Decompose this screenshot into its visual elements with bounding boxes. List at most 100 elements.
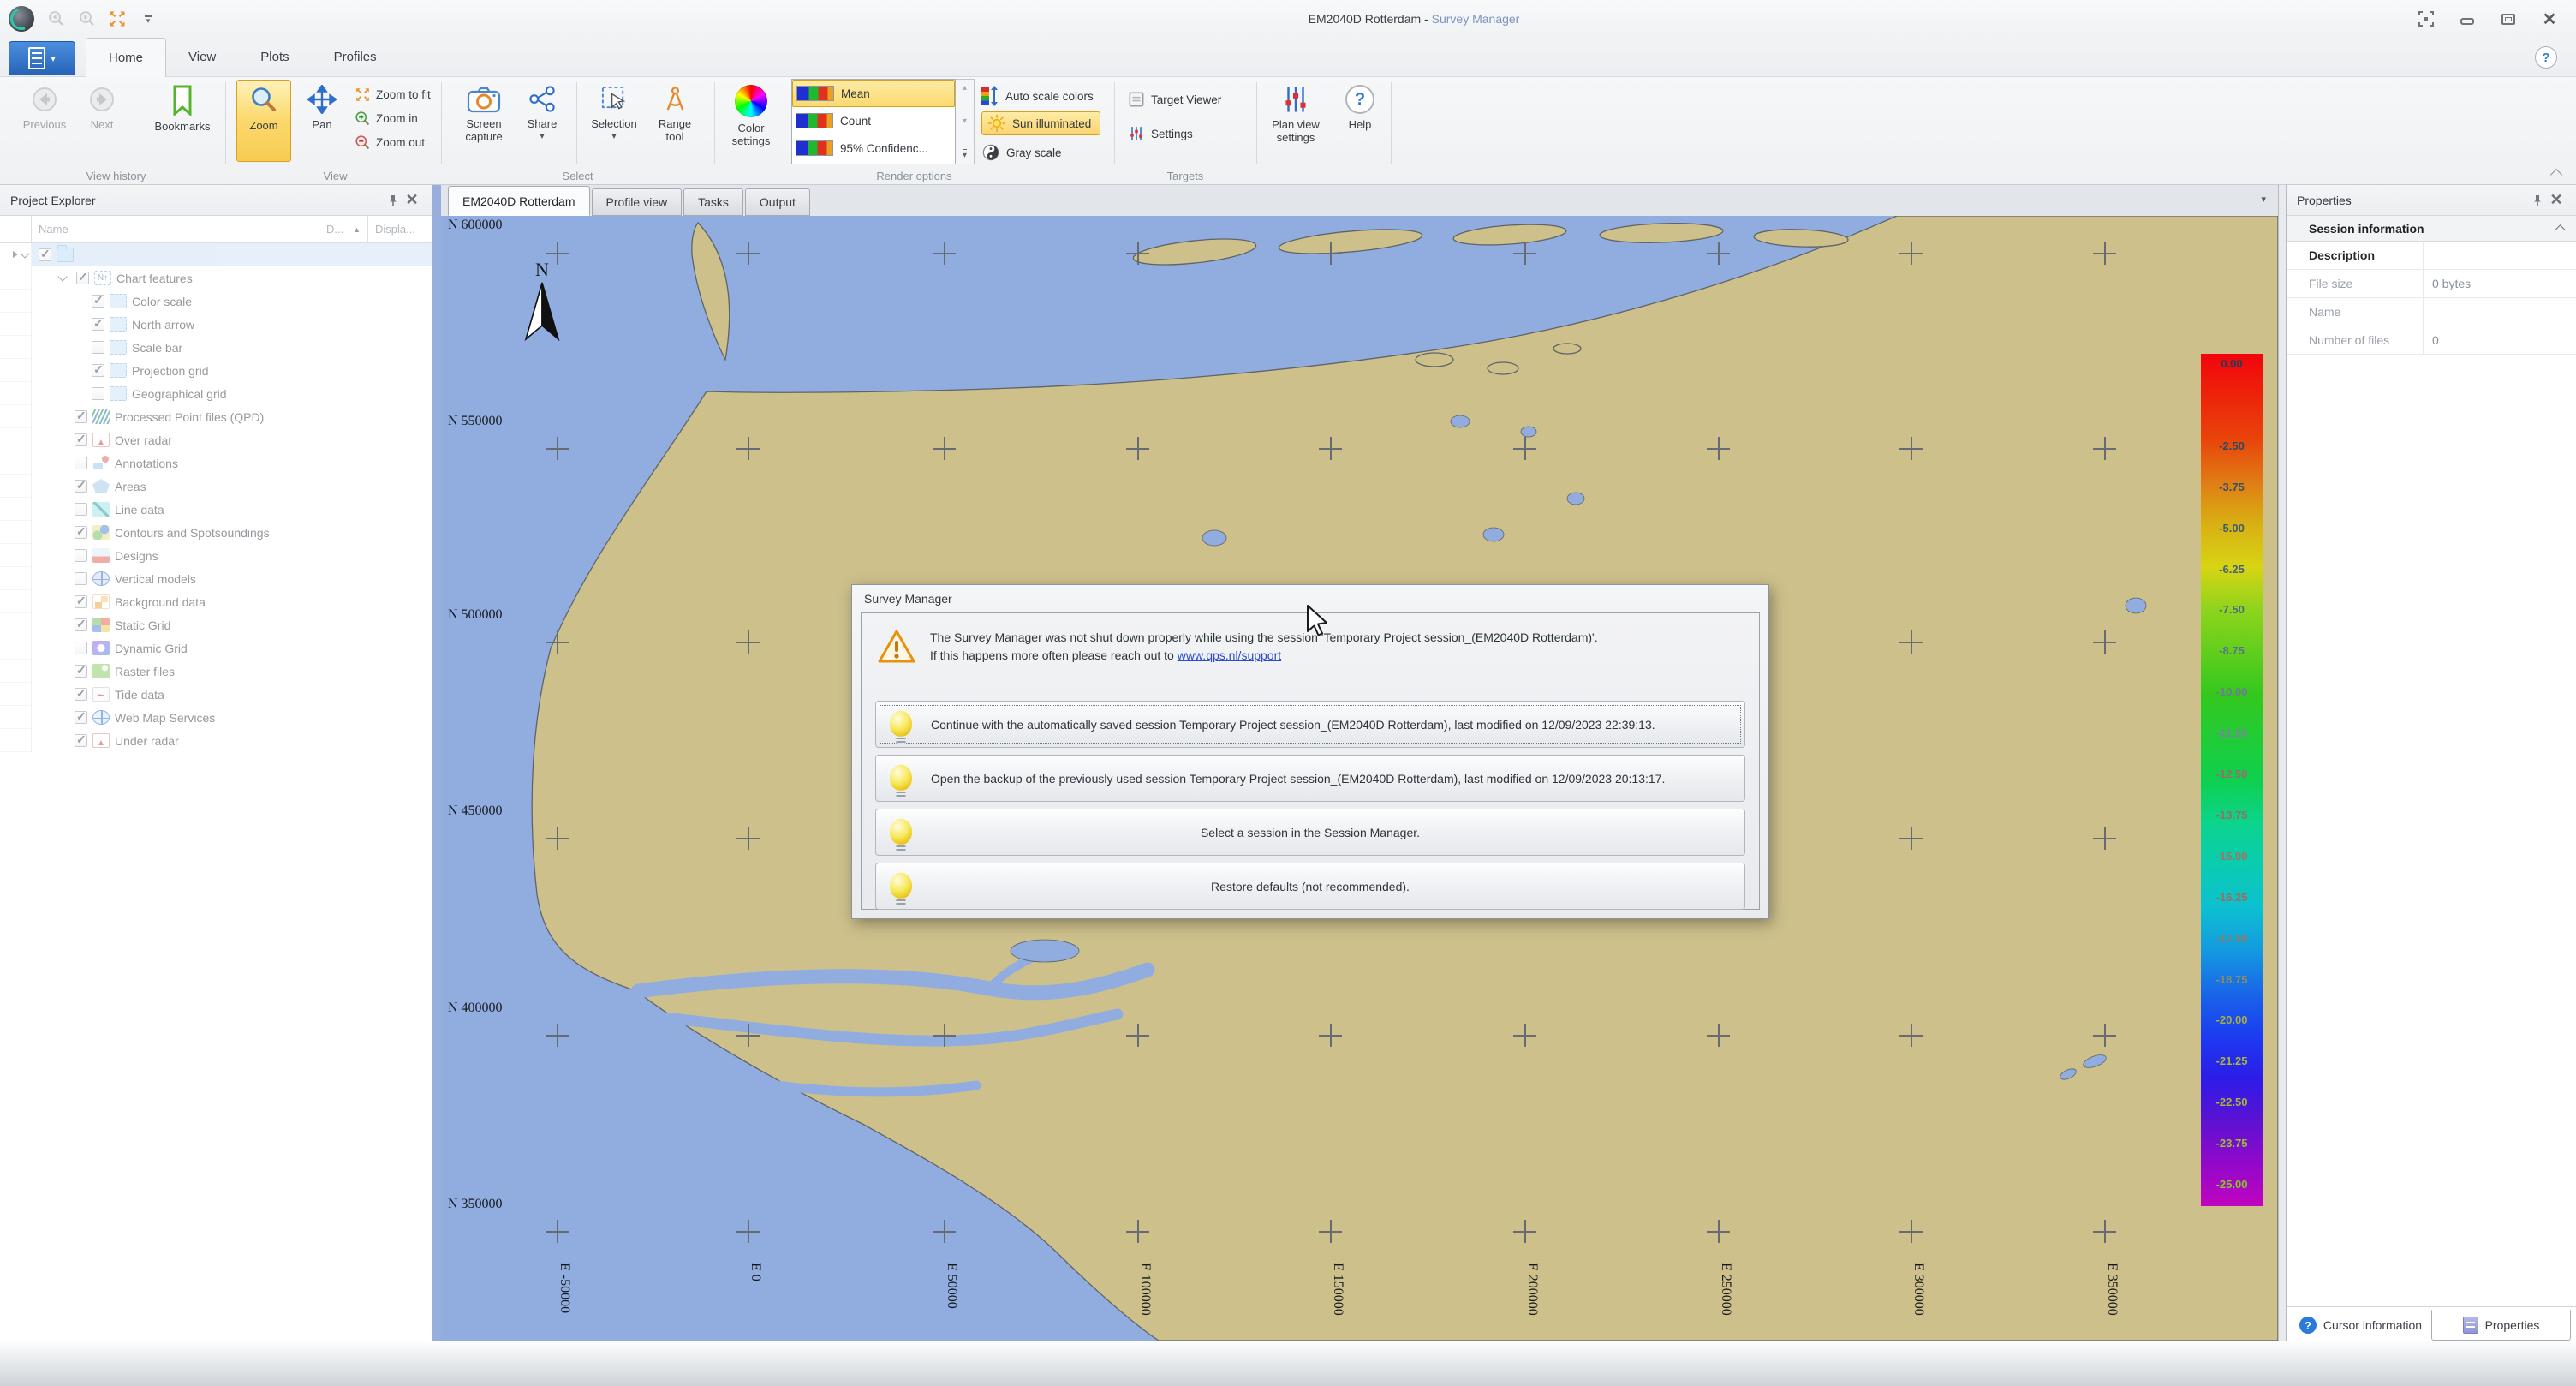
expander-icon[interactable] bbox=[16, 253, 33, 257]
zoom-tool-button[interactable]: Zoom bbox=[236, 80, 291, 162]
tree-checkbox[interactable] bbox=[92, 318, 104, 331]
column-header-name[interactable]: Name bbox=[32, 216, 319, 242]
tree-checkbox[interactable] bbox=[75, 688, 87, 701]
tree-checkbox[interactable] bbox=[92, 295, 104, 308]
pan-tool-button[interactable]: Pan bbox=[296, 80, 348, 162]
pin-icon[interactable] bbox=[384, 191, 402, 210]
render-layer-option[interactable]: Count bbox=[792, 107, 955, 134]
tree-checkbox[interactable] bbox=[75, 503, 87, 516]
application-menu-button[interactable]: ▾ bbox=[9, 41, 75, 75]
help-icon[interactable]: ? bbox=[2535, 46, 2557, 69]
maximize-button[interactable] bbox=[2499, 9, 2518, 28]
tree-row[interactable]: Geographical grid bbox=[0, 382, 432, 405]
ribbon-tab[interactable]: Plots bbox=[238, 38, 311, 76]
ribbon-tab[interactable]: Home bbox=[86, 38, 166, 77]
tab-list-dropdown-icon[interactable]: ▾ bbox=[2261, 194, 2266, 205]
tree-row[interactable]: Tide data bbox=[0, 683, 432, 706]
tree-row[interactable]: Background data bbox=[0, 590, 432, 613]
close-icon[interactable]: ✕ bbox=[2547, 191, 2566, 210]
target-settings-button[interactable]: Settings bbox=[1128, 122, 1193, 146]
tree-checkbox[interactable] bbox=[92, 364, 104, 377]
tree-row[interactable]: Static Grid bbox=[0, 613, 432, 636]
tree-checkbox[interactable] bbox=[75, 618, 87, 631]
tree-checkbox[interactable] bbox=[75, 572, 87, 585]
tree-row[interactable]: Designs bbox=[0, 544, 432, 567]
ribbon-tab[interactable]: Profiles bbox=[312, 38, 399, 76]
scroll-down-icon[interactable]: ▾ bbox=[963, 116, 967, 126]
zoom-to-fit-button[interactable]: Zoom to fit bbox=[355, 82, 431, 106]
tree-row[interactable]: Chart features bbox=[0, 266, 432, 290]
tree-checkbox[interactable] bbox=[75, 734, 87, 747]
tree-row[interactable]: Raster files bbox=[0, 660, 432, 683]
tree-checkbox[interactable] bbox=[76, 272, 89, 284]
render-layer-option[interactable]: 95% Confidenc... bbox=[792, 134, 955, 162]
auto-scale-colors-button[interactable]: Auto scale colors bbox=[981, 84, 1094, 108]
zoom-in-button[interactable]: Zoom in bbox=[355, 106, 431, 130]
toolbar-options-icon[interactable]: ▾ bbox=[139, 9, 158, 28]
tree-checkbox[interactable] bbox=[75, 526, 87, 539]
tree-checkbox[interactable] bbox=[75, 711, 87, 724]
panel-splitter[interactable] bbox=[432, 185, 441, 1341]
tree-checkbox[interactable] bbox=[92, 387, 104, 400]
section-header[interactable]: Session information bbox=[2287, 216, 2576, 242]
dialog-option-button[interactable]: Select a session in the Session Manager. bbox=[875, 809, 1745, 856]
screen-capture-button[interactable]: Screen capture bbox=[455, 80, 513, 162]
tree-row[interactable]: Vertical models bbox=[0, 567, 432, 590]
next-button[interactable]: Next bbox=[75, 80, 128, 162]
close-button[interactable]: ✕ bbox=[2540, 9, 2559, 28]
column-header-display[interactable]: Displa... bbox=[368, 216, 432, 242]
gray-scale-button[interactable]: Gray scale bbox=[981, 140, 1062, 164]
tree-checkbox[interactable] bbox=[75, 433, 87, 446]
tree-row[interactable]: Under radar bbox=[0, 729, 432, 752]
tree-row[interactable]: Processed Point files (QPD) bbox=[0, 405, 432, 428]
tree-row[interactable]: Areas bbox=[0, 475, 432, 498]
help-button[interactable]: ? Help bbox=[1337, 80, 1383, 162]
tree-checkbox[interactable] bbox=[39, 248, 51, 261]
view-tab[interactable]: EM2040D Rotterdam bbox=[448, 186, 590, 216]
column-header-d[interactable]: D...▲ bbox=[319, 216, 368, 242]
collapse-ribbon-icon[interactable] bbox=[2550, 169, 2562, 181]
list-more-icon[interactable]: ▾ bbox=[963, 149, 967, 160]
tree-checkbox[interactable] bbox=[75, 549, 87, 562]
support-link[interactable]: www.qps.nl/support bbox=[1178, 648, 1281, 662]
tree-checkbox[interactable] bbox=[75, 595, 87, 608]
target-viewer-button[interactable]: Target Viewer bbox=[1128, 87, 1221, 111]
selection-button[interactable]: Selection ▾ bbox=[585, 80, 643, 162]
tree-checkbox[interactable] bbox=[75, 665, 87, 678]
tree-checkbox[interactable] bbox=[75, 480, 87, 493]
zoom-to-fit-quick-icon[interactable] bbox=[108, 9, 127, 28]
tree-row[interactable]: Projection grid bbox=[0, 359, 432, 382]
expander-icon[interactable] bbox=[54, 276, 71, 280]
close-icon[interactable]: ✕ bbox=[402, 191, 421, 210]
tree-checkbox[interactable] bbox=[75, 457, 87, 469]
bookmarks-button[interactable]: Bookmarks bbox=[151, 80, 214, 162]
next-zoom-icon[interactable] bbox=[77, 9, 96, 28]
tree-row[interactable]: Annotations bbox=[0, 451, 432, 475]
color-settings-button[interactable]: Color settings bbox=[721, 80, 781, 162]
tree-row[interactable]: Line data bbox=[0, 498, 432, 521]
previous-button[interactable]: Previous bbox=[18, 80, 71, 162]
view-tab[interactable]: Profile view bbox=[592, 188, 683, 216]
pin-icon[interactable] bbox=[2528, 191, 2547, 210]
scroll-up-icon[interactable]: ▴ bbox=[963, 83, 967, 93]
dialog-option-button[interactable]: Open the backup of the previously used s… bbox=[875, 755, 1745, 802]
render-list-scrollbar[interactable]: ▴ ▾ ▾ bbox=[956, 79, 975, 164]
tree-row[interactable]: Dynamic Grid bbox=[0, 636, 432, 660]
tree-row[interactable]: Over radar bbox=[0, 428, 432, 451]
render-layer-option[interactable]: Mean bbox=[792, 80, 955, 107]
tree-row[interactable]: Scale bar bbox=[0, 336, 432, 359]
fullscreen-button[interactable] bbox=[2417, 9, 2436, 28]
zoom-out-button[interactable]: Zoom out bbox=[355, 130, 431, 154]
previous-zoom-icon[interactable] bbox=[46, 9, 65, 28]
plan-view-settings-button[interactable]: Plan view settings bbox=[1260, 80, 1332, 162]
tree-row[interactable]: Web Map Services bbox=[0, 706, 432, 729]
tree-checkbox[interactable] bbox=[75, 410, 87, 423]
panel-tab[interactable]: Properties bbox=[2431, 1310, 2571, 1341]
panel-splitter[interactable] bbox=[2278, 185, 2287, 1341]
sun-illuminated-button[interactable]: Sun illuminated bbox=[981, 111, 1100, 135]
tree-row[interactable]: Color scale bbox=[0, 290, 432, 313]
minimize-button[interactable] bbox=[2458, 9, 2477, 28]
dialog-option-button[interactable]: Restore defaults (not recommended). bbox=[875, 863, 1745, 910]
range-tool-button[interactable]: Range tool bbox=[648, 80, 701, 162]
tree-row[interactable]: Contours and Spotsoundings bbox=[0, 521, 432, 544]
